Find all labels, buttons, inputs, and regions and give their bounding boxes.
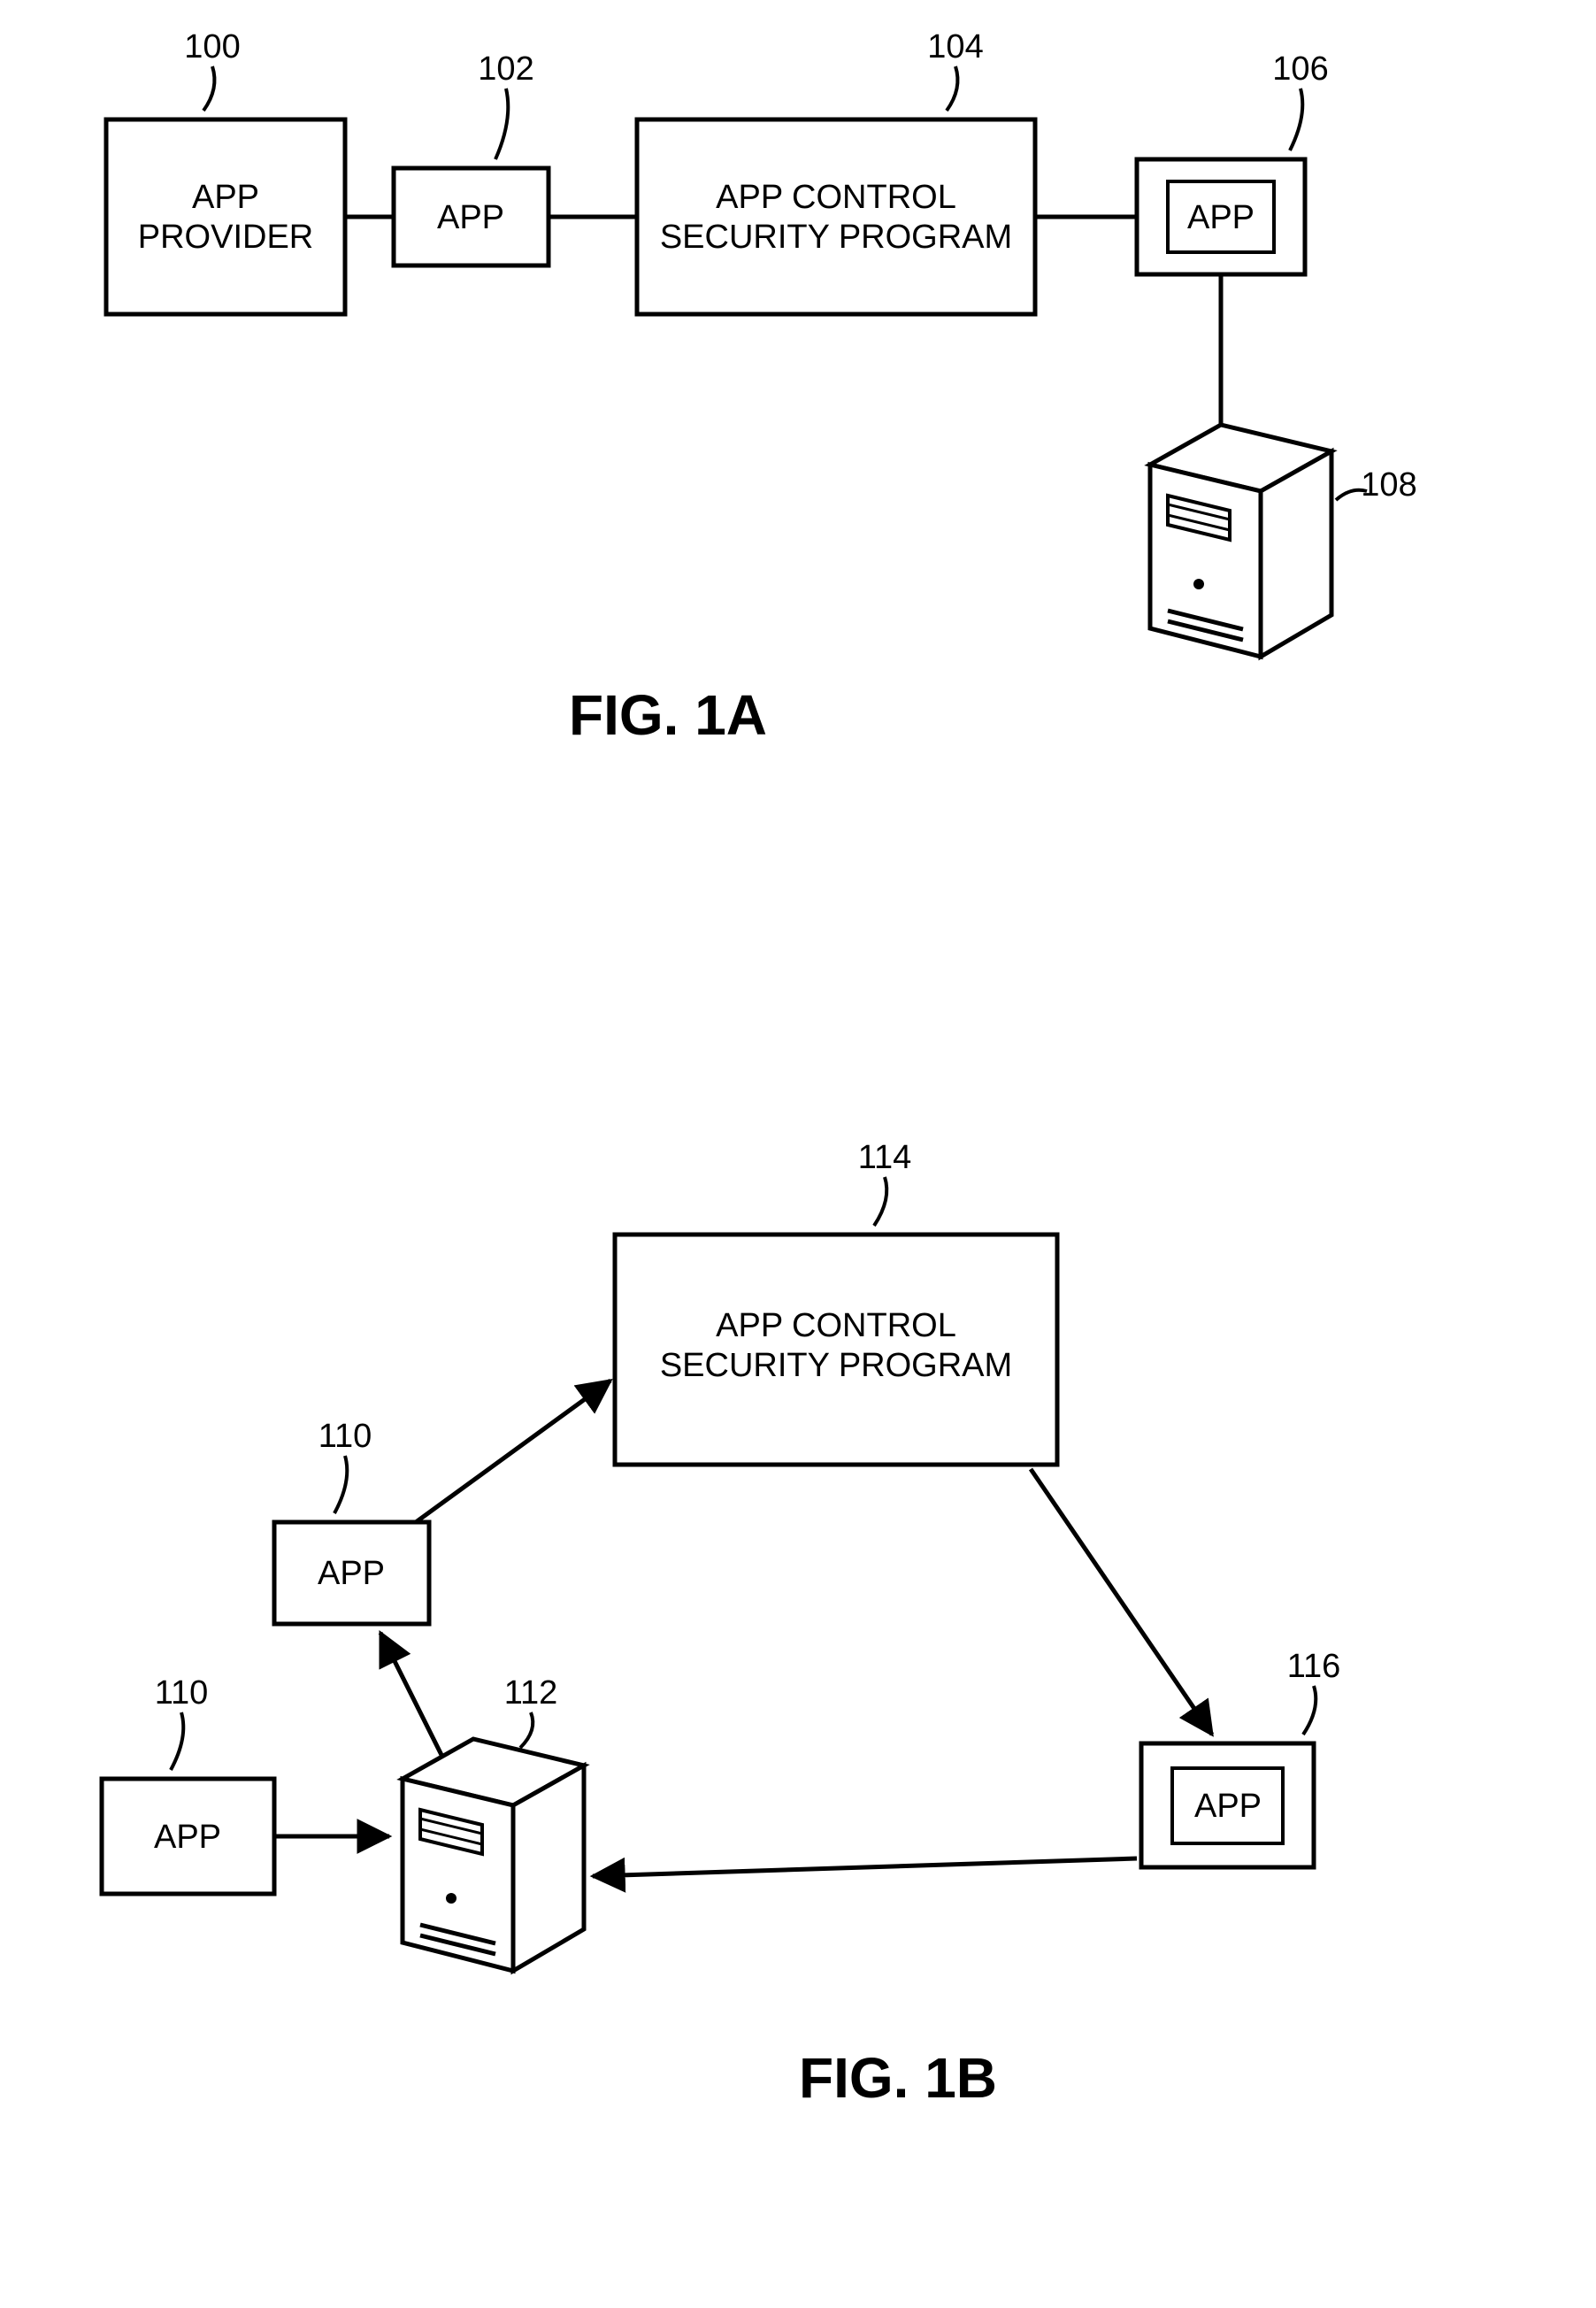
leader-112 <box>520 1712 533 1748</box>
leader-106 <box>1290 88 1302 150</box>
arrow-app-to-control <box>416 1381 610 1522</box>
box-device-116: APP <box>1141 1743 1314 1867</box>
diagram-canvas: APP PROVIDER 100 APP 102 APP CONTROL SEC… <box>0 0 1596 2308</box>
figure-1b: APP CONTROL SECURITY PROGRAM 114 APP 110… <box>102 1139 1340 2110</box>
refnum-114: 114 <box>858 1139 912 1176</box>
figure-1a: APP PROVIDER 100 APP 102 APP CONTROL SEC… <box>106 28 1417 747</box>
device-116-label: APP <box>1194 1788 1262 1825</box>
refnum-110-lower: 110 <box>155 1674 209 1712</box>
leader-104 <box>947 66 957 111</box>
app-control-104-line1: APP CONTROL <box>716 179 956 216</box>
refnum-112: 112 <box>504 1674 558 1712</box>
leader-110-lower <box>171 1712 183 1770</box>
refnum-116: 116 <box>1287 1648 1341 1685</box>
box-app-control-114: APP CONTROL SECURITY PROGRAM <box>615 1235 1057 1465</box>
figure-1b-title: FIG. 1B <box>799 2046 997 2110</box>
app-110-upper-label: APP <box>318 1555 385 1592</box>
app-provider-label-line2: PROVIDER <box>138 219 313 256</box>
refnum-104: 104 <box>927 28 983 65</box>
app-provider-label-line1: APP <box>192 179 259 216</box>
refnum-106: 106 <box>1272 50 1328 88</box>
device-106-label: APP <box>1187 199 1255 236</box>
leader-116 <box>1303 1686 1316 1735</box>
refnum-102: 102 <box>478 50 533 88</box>
arrow-device-to-server <box>593 1858 1137 1876</box>
leader-100 <box>203 66 214 111</box>
refnum-110-upper: 110 <box>318 1418 372 1455</box>
refnum-108: 108 <box>1361 466 1416 504</box>
app-control-114-line1: APP CONTROL <box>716 1307 956 1344</box>
box-app-control-104: APP CONTROL SECURITY PROGRAM <box>637 119 1035 314</box>
server-112-icon <box>403 1739 584 1971</box>
app-110-lower-label: APP <box>154 1819 221 1856</box>
box-app-provider: APP PROVIDER <box>106 119 345 314</box>
leader-102 <box>495 88 508 159</box>
app-control-104-line2: SECURITY PROGRAM <box>660 219 1012 256</box>
box-app-110-upper: APP <box>274 1522 429 1624</box>
arrow-control-to-device <box>1031 1469 1212 1735</box>
app-102-label: APP <box>437 199 504 236</box>
box-app-102: APP <box>394 168 549 265</box>
arrow-server-to-app110 <box>380 1633 442 1757</box>
leader-110-upper <box>334 1456 347 1513</box>
app-control-114-line2: SECURITY PROGRAM <box>660 1347 1012 1384</box>
figure-1a-title: FIG. 1A <box>569 683 767 747</box>
box-device-106: APP <box>1137 159 1305 274</box>
box-app-110-lower: APP <box>102 1779 274 1894</box>
leader-114 <box>874 1177 886 1226</box>
refnum-100: 100 <box>184 28 240 65</box>
server-108-icon <box>1150 425 1331 657</box>
